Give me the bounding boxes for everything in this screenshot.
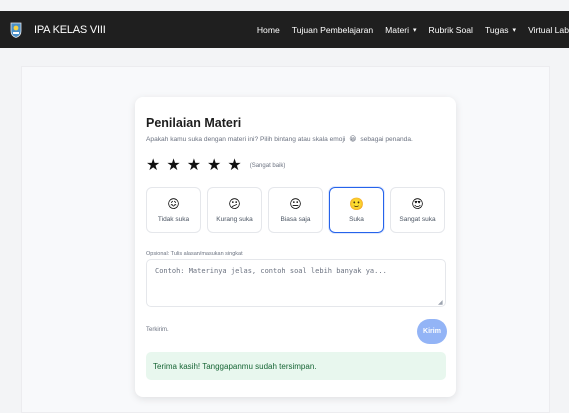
send-button[interactable]: Kirim <box>417 319 447 344</box>
brand[interactable]: IPA KELAS VIII <box>10 22 106 38</box>
confused-face-icon: 😕 <box>228 197 241 211</box>
nav-home[interactable]: Home <box>257 25 280 35</box>
nav-virtual-lab[interactable]: Virtual Lab <box>528 25 569 35</box>
rating-label: (Sangat baik) <box>249 163 286 169</box>
emoji-option-label: Suka <box>349 216 364 223</box>
comment-label: Opsional: Tulis alasan/masukan singkat <box>146 251 243 257</box>
comment-textarea[interactable] <box>146 259 446 307</box>
emoji-option-sangat-suka[interactable]: 😍 Sangat suka <box>390 187 445 233</box>
brand-title: IPA KELAS VIII <box>34 23 106 36</box>
emoji-option-biasa-saja[interactable]: 😐 Biasa saja <box>268 187 323 233</box>
emoji-option-label: Biasa saja <box>280 216 311 223</box>
status-text: Terkirim. <box>146 327 169 333</box>
neutral-face-icon: 😐 <box>289 197 302 211</box>
card-subtitle: Apakah kamu suka dengan materi ini? Pili… <box>146 135 413 143</box>
star-icon-4[interactable]: ★ <box>207 157 221 175</box>
nav-tugas-dropdown[interactable]: Tugas ▾ <box>485 25 516 35</box>
star-icon-2[interactable]: ★ <box>166 157 180 175</box>
star-rating: ★ ★ ★ ★ ★ (Sangat baik) <box>146 157 285 175</box>
rating-card: Penilaian Materi Apakah kamu suka dengan… <box>135 97 456 397</box>
nav-materi-dropdown[interactable]: Materi ▾ <box>385 25 416 35</box>
star-icon-3[interactable]: ★ <box>187 157 201 175</box>
emoji-scale: 😖 Tidak suka 😕 Kurang suka 😐 Biasa saja … <box>146 187 451 233</box>
card-title: Penilaian Materi <box>146 116 242 130</box>
emoji-option-label: Kurang suka <box>216 216 253 223</box>
resize-handle-icon[interactable]: ◢ <box>438 299 443 306</box>
school-logo-icon <box>10 22 22 38</box>
success-message: Terima kasih! Tanggapanmu sudah tersimpa… <box>146 352 446 380</box>
nav-materi-label: Materi <box>385 24 410 35</box>
confounded-face-icon: 😖 <box>167 197 180 211</box>
emoji-option-label: Sangat suka <box>399 216 436 223</box>
smiling-face-icon: 🙂 <box>349 197 364 211</box>
success-message-text: Terima kasih! Tanggapanmu sudah tersimpa… <box>153 361 317 371</box>
smiley-icon: 😀 <box>349 136 357 143</box>
nav-rubrik-soal[interactable]: Rubrik Soal <box>429 25 473 35</box>
emoji-option-suka[interactable]: 🙂 Suka <box>329 187 384 233</box>
emoji-option-kurang-suka[interactable]: 😕 Kurang suka <box>207 187 262 233</box>
nav-links: Home Tujuan Pembelajaran Materi ▾ Rubrik … <box>257 11 569 48</box>
emoji-option-tidak-suka[interactable]: 😖 Tidak suka <box>146 187 201 233</box>
heart-eyes-face-icon: 😍 <box>411 197 424 211</box>
nav-rubrik-label: Rubrik Soal <box>428 24 473 35</box>
star-icon-5[interactable]: ★ <box>227 157 241 175</box>
subtitle-text-start: Apakah kamu suka dengan materi ini? Pili… <box>146 136 346 143</box>
nav-tujuan-label: Tujuan Pembelajaran <box>291 24 374 35</box>
subtitle-text-end: sebagai penanda. <box>360 136 413 143</box>
top-navbar: IPA KELAS VIII Home Tujuan Pembelajaran … <box>0 11 569 48</box>
chevron-down-icon: ▾ <box>512 26 517 34</box>
nav-home-label: Home <box>256 24 280 35</box>
nav-virtual-lab-label: Virtual Lab <box>528 24 569 35</box>
chevron-down-icon: ▾ <box>413 26 417 34</box>
nav-tujuan-pembelajaran[interactable]: Tujuan Pembelajaran <box>292 25 373 35</box>
emoji-option-label: Tidak suka <box>157 216 190 223</box>
star-icon-1[interactable]: ★ <box>146 157 160 175</box>
nav-tugas-label: Tugas <box>484 24 509 35</box>
